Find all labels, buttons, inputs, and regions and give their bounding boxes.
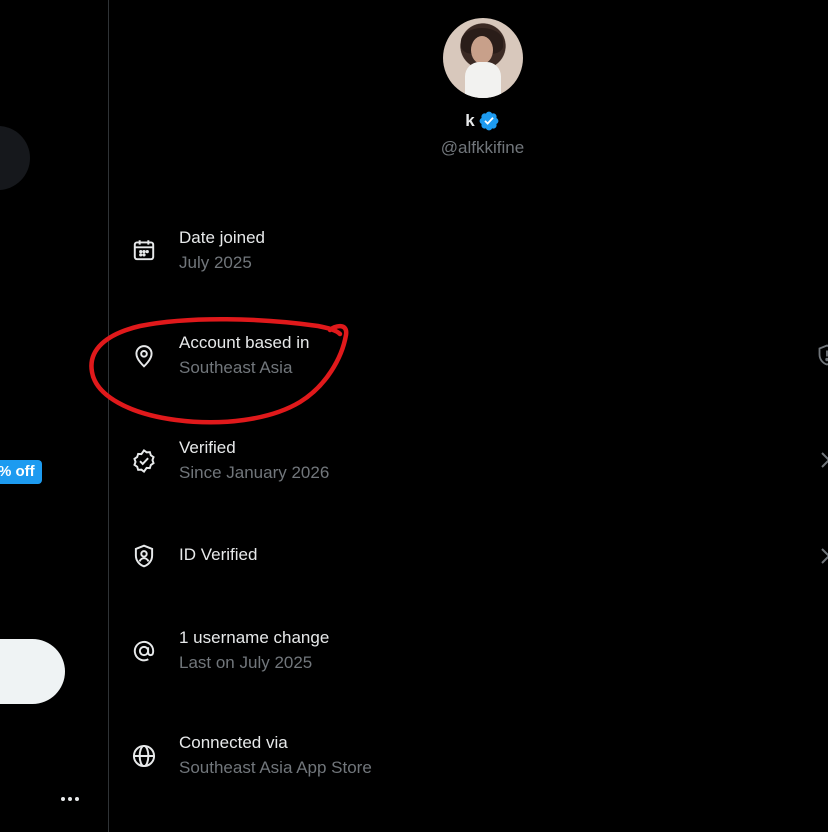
list-item-connected-via: Connected via Southeast Asia App Store	[109, 717, 828, 797]
item-title: ID Verified	[179, 545, 258, 564]
name-row: k	[109, 110, 828, 132]
item-subtitle: Southeast Asia App Store	[179, 758, 372, 777]
more-horizontal-icon[interactable]	[58, 787, 82, 811]
list-item-account-based-in: Account based in Southeast Asia	[109, 317, 828, 397]
globe-icon	[130, 742, 158, 770]
display-name: k	[465, 111, 475, 130]
verified-check-icon	[130, 447, 158, 475]
avatar[interactable]	[443, 18, 523, 98]
item-title: Account based in	[179, 333, 310, 352]
chevron-right-icon[interactable]	[815, 448, 828, 472]
verified-badge-icon	[478, 110, 500, 132]
nav-icon-button[interactable]	[0, 126, 30, 190]
item-subtitle: Last on July 2025	[179, 653, 313, 672]
list-item-verified[interactable]: Verified Since January 2026	[109, 422, 828, 502]
item-subtitle: Southeast Asia	[179, 358, 293, 377]
list-item-id-verified[interactable]: ID Verified	[109, 516, 828, 596]
premium-offer-label: % off	[0, 463, 35, 480]
item-title: 1 username change	[179, 628, 330, 647]
item-title: Verified	[179, 438, 236, 457]
calendar-icon	[130, 236, 158, 264]
id-shield-icon	[130, 542, 158, 570]
item-title: Date joined	[179, 228, 266, 247]
item-title: Connected via	[179, 733, 288, 752]
list-item-username-change: 1 username change Last on July 2025	[109, 612, 828, 692]
item-subtitle: Since January 2026	[179, 463, 330, 482]
left-nav-rail: % off	[0, 0, 108, 832]
at-sign-icon	[130, 637, 158, 665]
list-item-date-joined: Date joined July 2025	[109, 212, 828, 292]
post-button[interactable]	[0, 639, 65, 704]
profile-header: k @alfkkifine	[109, 0, 828, 160]
profile-handle: @alfkkifine	[440, 138, 525, 157]
premium-offer-badge[interactable]: % off	[0, 460, 42, 484]
chevron-right-icon[interactable]	[815, 544, 828, 568]
location-pin-icon	[130, 342, 158, 370]
item-subtitle: July 2025	[179, 253, 252, 272]
shield-alert-icon[interactable]	[815, 343, 828, 367]
